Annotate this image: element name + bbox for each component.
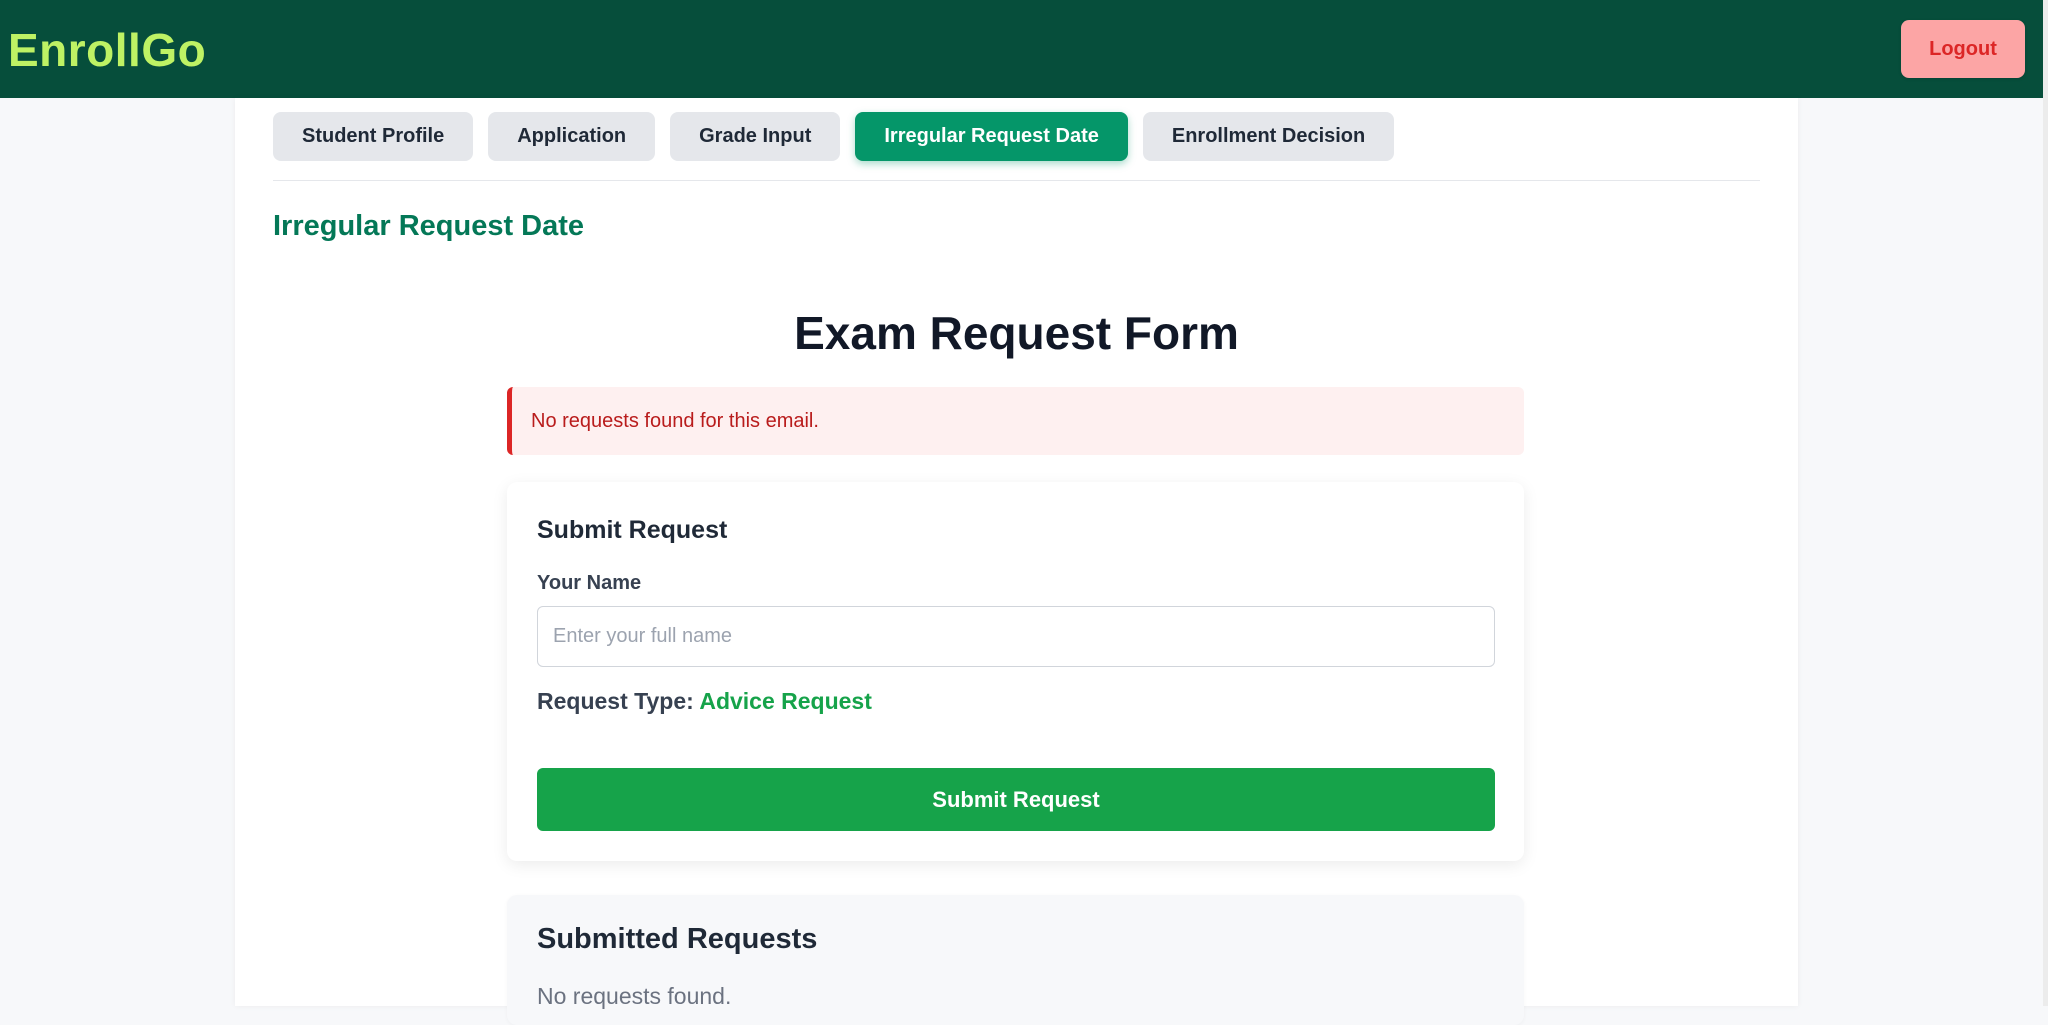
top-navbar: EnrollGo Logout xyxy=(0,0,2048,98)
tab-irregular-request-date[interactable]: Irregular Request Date xyxy=(855,112,1128,161)
name-input[interactable] xyxy=(537,606,1495,667)
name-label: Your Name xyxy=(537,572,642,594)
brand-logo: EnrollGo xyxy=(8,24,207,76)
submit-request-button[interactable]: Submit Request xyxy=(537,768,1495,831)
card-title: Submit Request xyxy=(537,516,728,544)
request-type: Request Type: Advice Request xyxy=(537,688,872,715)
logout-button[interactable]: Logout xyxy=(1901,20,2025,78)
tab-bar: Student Profile Application Grade Input … xyxy=(273,112,1395,161)
form-title: Exam Request Form xyxy=(794,307,1239,359)
page-scrollbar[interactable] xyxy=(2043,0,2048,1006)
submitted-requests-title: Submitted Requests xyxy=(537,923,818,955)
error-alert: No requests found for this email. xyxy=(507,387,1524,455)
section-title: Irregular Request Date xyxy=(273,210,585,242)
main-content: Student Profile Application Grade Input … xyxy=(235,98,1798,1025)
tab-enrollment-decision[interactable]: Enrollment Decision xyxy=(1142,112,1395,161)
tabs-divider xyxy=(273,180,1760,181)
tab-grade-input[interactable]: Grade Input xyxy=(670,112,841,161)
request-type-label: Request Type: xyxy=(537,688,694,714)
tab-student-profile[interactable]: Student Profile xyxy=(273,112,474,161)
request-type-value: Advice Request xyxy=(699,688,872,714)
tab-application[interactable]: Application xyxy=(488,112,656,161)
submit-request-card: Submit Request Your Name Request Type: A… xyxy=(507,482,1524,861)
